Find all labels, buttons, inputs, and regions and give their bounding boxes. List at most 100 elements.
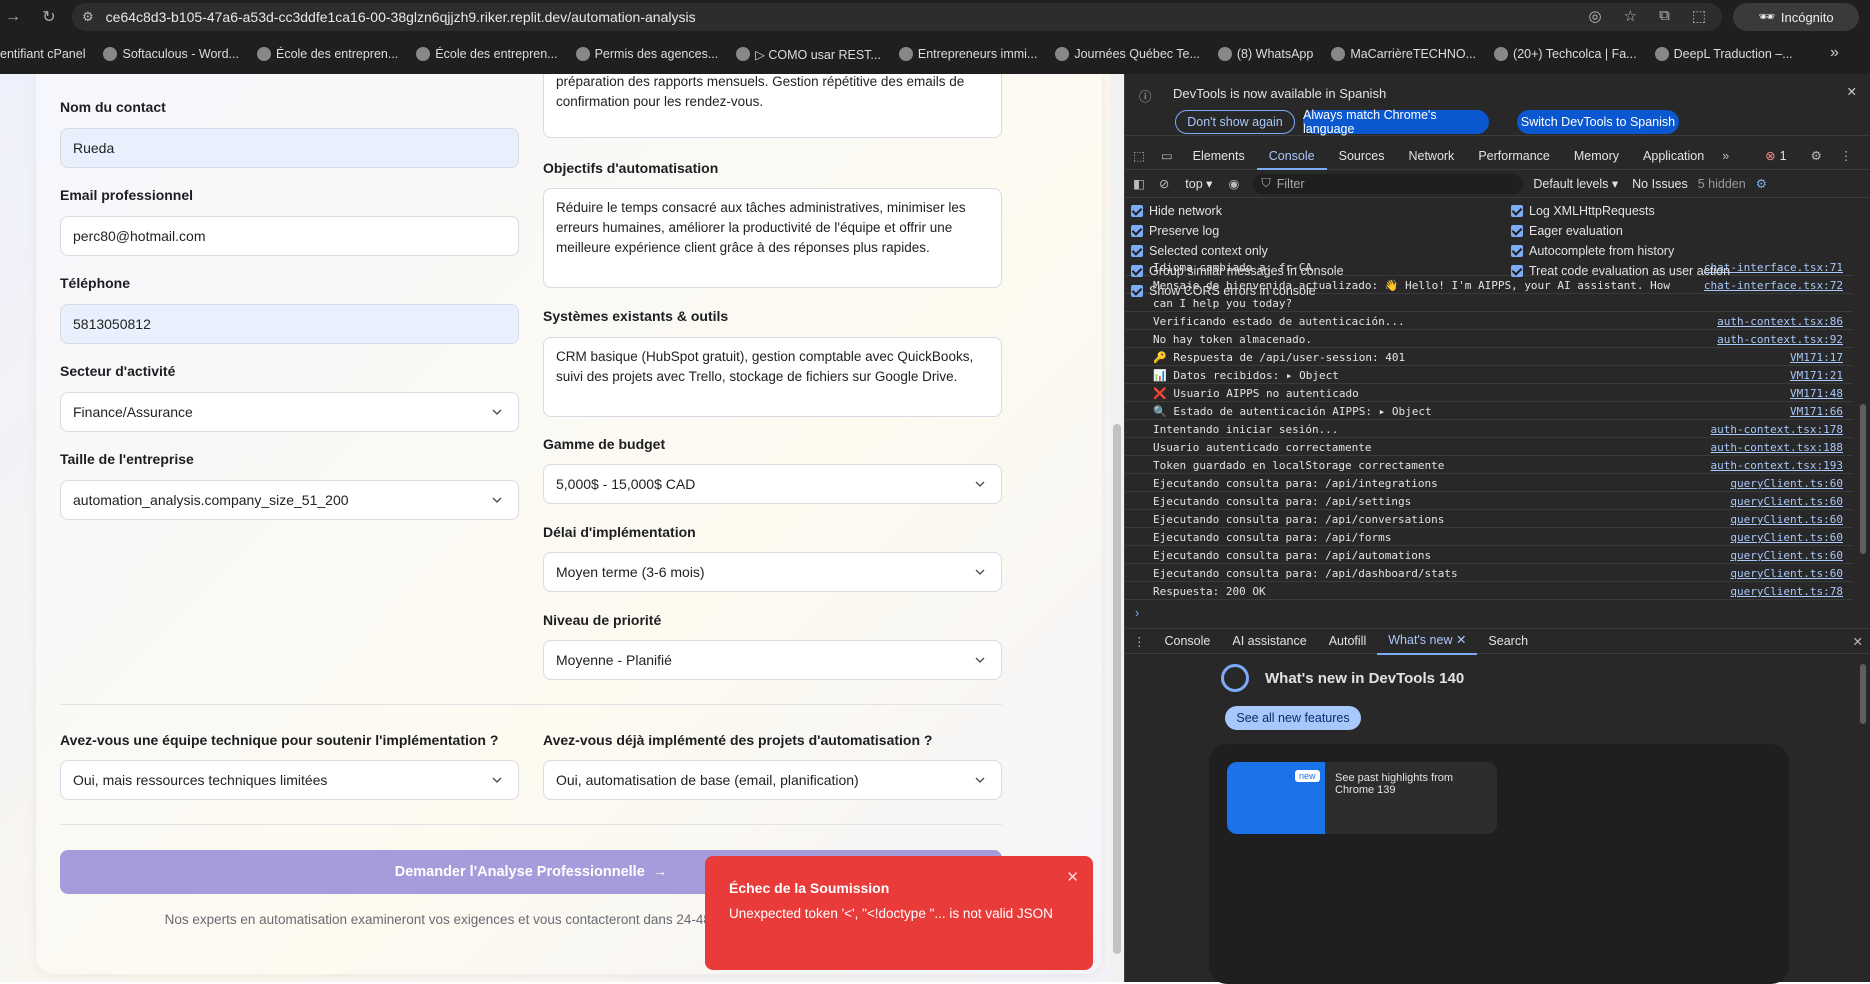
clear-console-icon[interactable]: ⊘ [1159,176,1169,191]
drawer-tab-ai[interactable]: AI assistance [1221,628,1317,654]
extensions-icon[interactable]: ⬚ [1692,7,1706,25]
log-source-link[interactable]: VM171:17 [1790,351,1843,364]
dont-show-button[interactable]: Don't show again [1175,110,1295,134]
reload-icon[interactable]: ↻ [36,7,62,27]
log-source-link[interactable]: VM171:21 [1790,369,1843,382]
bookmark-item[interactable]: entifiant cPanel [0,47,85,61]
eye-off-icon[interactable]: ◎ [1589,7,1602,25]
console-prompt-icon[interactable]: › [1135,606,1139,620]
sector-select[interactable]: Finance/Assurance [60,392,519,432]
tab-console[interactable]: Console [1256,142,1327,170]
objectives-textarea[interactable]: Réduire le temps consacré aux tâches adm… [543,188,1002,288]
see-all-features-button[interactable]: See all new features [1225,706,1361,730]
console-settings-icon[interactable]: ⚙ [1756,176,1767,191]
console-option-checkbox[interactable]: Treat code evaluation as user action [1511,264,1730,278]
log-source-link[interactable]: auth-context.tsx:188 [1711,441,1843,454]
console-option-checkbox[interactable]: Preserve log [1131,224,1219,238]
bookmark-item[interactable]: Entrepreneurs immi... [898,47,1037,61]
past-projects-select[interactable]: Oui, automatisation de base (email, plan… [543,760,1002,800]
eye-icon[interactable]: ◉ [1228,176,1239,191]
tab-network[interactable]: Network [1396,142,1466,170]
settings-icon[interactable]: ⚙ [1811,148,1822,163]
close-icon[interactable]: ✕ [1066,868,1079,886]
company-size-select[interactable]: automation_analysis.company_size_51_200 [60,480,519,520]
close-icon[interactable]: ✕ [1847,84,1857,99]
drawer-scrollbar[interactable] [1860,664,1866,724]
bookmark-item[interactable]: ▷ COMO usar REST... [736,47,881,62]
incognito-badge[interactable]: 🕶 Incógnito [1733,3,1859,31]
console-option-checkbox[interactable]: Group similar messages in console [1131,264,1344,278]
star-icon[interactable]: ☆ [1624,7,1637,25]
issues-button[interactable]: No Issues [1632,177,1688,191]
log-source-link[interactable]: VM171:48 [1790,387,1843,400]
log-source-link[interactable]: auth-context.tsx:92 [1717,333,1843,346]
inspect-icon[interactable]: ⬚ [1125,148,1153,163]
translate-icon[interactable]: ⧉ [1659,7,1670,25]
phone-input[interactable]: 5813050812 [60,304,519,344]
tab-memory[interactable]: Memory [1562,142,1631,170]
bookmark-item[interactable]: (8) WhatsApp [1217,47,1313,61]
bookmark-item[interactable]: École des entrepren... [256,47,398,61]
budget-select[interactable]: 5,000$ - 15,000$ CAD [543,464,1002,504]
always-match-button[interactable]: Always match Chrome's language [1303,108,1489,136]
log-source-link[interactable]: auth-context.tsx:178 [1711,423,1843,436]
console-scrollbar[interactable] [1860,404,1866,554]
switch-spanish-button[interactable]: Switch DevTools to Spanish [1517,110,1679,134]
bookmark-item[interactable]: Journées Québec Te... [1055,47,1200,61]
drawer-tab-autofill[interactable]: Autofill [1318,628,1378,654]
kebab-menu-icon[interactable]: ⋮ [1840,148,1853,163]
tech-team-select[interactable]: Oui, mais ressources techniques limitées [60,760,519,800]
log-source-link[interactable]: VM171:66 [1790,405,1843,418]
page-scrollbar[interactable] [1110,74,1124,982]
log-source-link[interactable]: queryClient.ts:60 [1730,513,1843,526]
bookmark-item[interactable]: MaCarrièreTECHNO... [1331,47,1476,61]
systems-textarea[interactable]: CRM basique (HubSpot gratuit), gestion c… [543,337,1002,417]
bookmark-item[interactable]: Permis des agences... [575,47,718,61]
log-source-link[interactable]: auth-context.tsx:193 [1711,459,1843,472]
log-source-link[interactable]: auth-context.tsx:86 [1717,315,1843,328]
site-settings-icon[interactable]: ⚙ [82,9,94,25]
console-filter-input[interactable]: ⛉ Filter [1253,173,1524,194]
delay-select[interactable]: Moyen terme (3-6 mois) [543,552,1002,592]
contact-name-input[interactable]: Rueda [60,128,519,168]
forward-icon[interactable]: → [0,8,26,26]
tab-performance[interactable]: Performance [1466,142,1562,170]
tab-elements[interactable]: Elements [1181,142,1257,170]
priority-select[interactable]: Moyenne - Planifié [543,640,1002,680]
close-drawer-icon[interactable]: ✕ [1853,634,1863,649]
console-option-checkbox[interactable]: Autocomplete from history [1511,244,1674,258]
scrollbar-thumb[interactable] [1113,424,1121,954]
tab-application[interactable]: Application [1631,142,1716,170]
tab-sources[interactable]: Sources [1327,142,1397,170]
log-source-link[interactable]: queryClient.ts:60 [1730,531,1843,544]
device-toolbar-icon[interactable]: ▭ [1153,148,1181,163]
drawer-tab-search[interactable]: Search [1477,628,1539,654]
log-source-link[interactable]: queryClient.ts:78 [1730,585,1843,598]
bookmark-item[interactable]: École des entrepren... [416,47,558,61]
error-icon[interactable]: ⊗ [1765,148,1775,163]
console-option-checkbox[interactable]: Hide network [1131,204,1222,218]
bookmark-item[interactable]: Softaculous - Word... [103,47,239,61]
drawer-menu-icon[interactable]: ⋮ [1125,634,1154,649]
log-source-link[interactable]: queryClient.ts:60 [1730,549,1843,562]
log-source-link[interactable]: queryClient.ts:60 [1730,477,1843,490]
bookmark-item[interactable]: (20+) Techcolca | Fa... [1494,47,1637,61]
challenges-textarea[interactable]: préparation des rapports mensuels. Gesti… [543,74,1002,138]
address-bar[interactable]: ⚙ ce64c8d3-b105-47a6-a53d-cc3ddfe1ca16-0… [72,3,1722,31]
log-source-link[interactable]: queryClient.ts:60 [1730,567,1843,580]
bookmark-item[interactable]: DeepL Traduction –... [1654,47,1793,61]
console-option-checkbox[interactable]: Selected context only [1131,244,1268,258]
log-source-link[interactable]: queryClient.ts:60 [1730,495,1843,508]
email-input[interactable]: perc80@hotmail.com [60,216,519,256]
drawer-tab-whats-new[interactable]: What's new ✕ [1377,627,1478,655]
log-source-link[interactable]: chat-interface.tsx:72 [1704,279,1843,292]
highlight-item[interactable]: new See past highlights from Chrome 139 [1227,762,1497,834]
sidebar-toggle-icon[interactable]: ◧ [1133,176,1145,191]
more-bookmarks-icon[interactable]: » [1830,44,1839,62]
drawer-tab-console[interactable]: Console [1154,628,1222,654]
console-option-checkbox[interactable]: Log XMLHttpRequests [1511,204,1655,218]
console-option-checkbox[interactable]: Eager evaluation [1511,224,1623,238]
levels-dropdown[interactable]: Default levels ▾ [1533,176,1618,191]
more-tabs-icon[interactable]: » [1716,149,1735,163]
context-select[interactable]: top ▾ [1185,176,1212,191]
